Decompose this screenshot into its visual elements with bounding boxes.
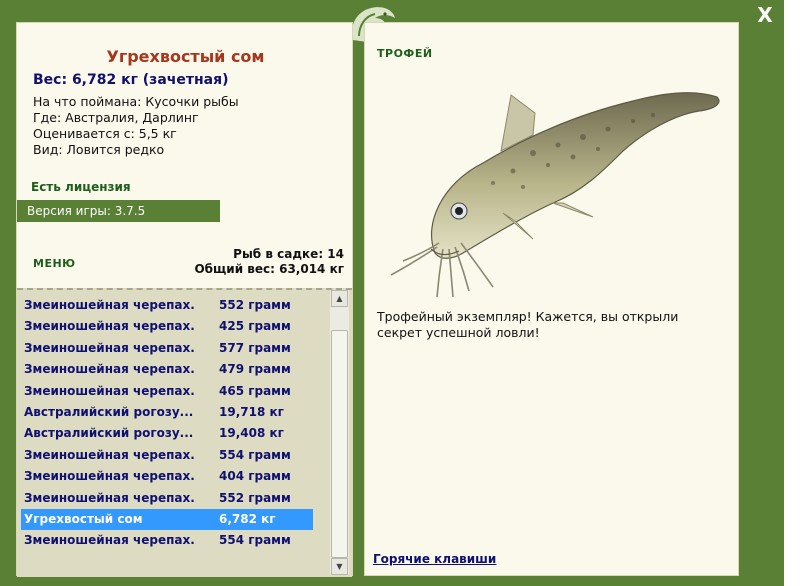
- valuation-info: Оценивается с: 5,5 кг: [33, 126, 177, 141]
- catch-fish-name: Змеиношейная черепах...: [24, 298, 194, 312]
- catch-fish-weight: 552 грамм: [219, 490, 291, 505]
- catch-fish-weight: 554 грамм: [219, 533, 291, 548]
- catch-list-row[interactable]: Змеиношейная черепах... 479 грамм: [21, 359, 313, 380]
- hotkeys-link[interactable]: Горячие клавиши: [373, 552, 496, 566]
- catch-list-row[interactable]: Австралийский рогозу... 19,718 кг: [21, 402, 313, 423]
- catch-list-row[interactable]: Змеиношейная черепах... 554 грамм: [21, 530, 313, 551]
- rarity-info: Вид: Ловится редко: [33, 142, 165, 157]
- location-info: Где: Австралия, Дарлинг: [33, 110, 199, 125]
- catch-fish-weight: 577 грамм: [219, 340, 291, 355]
- total-weight: Общий вес: 63,014 кг: [194, 262, 344, 276]
- scroll-down-arrow-icon[interactable]: ▼: [331, 558, 348, 575]
- catch-list-row[interactable]: Австралийский рогозу... 19,408 кг: [21, 423, 313, 444]
- catch-fish-weight: 479 грамм: [219, 362, 291, 377]
- catch-fish-name: Змеиношейная черепах...: [24, 340, 194, 355]
- catch-fish-name: Змеиношейная черепах...: [24, 533, 194, 548]
- catch-fish-weight: 465 грамм: [219, 383, 291, 398]
- close-button[interactable]: X: [754, 4, 776, 26]
- catch-fish-weight: 19,718 кг: [219, 404, 284, 419]
- fish-weight: Вес: 6,782 кг (зачетная): [33, 72, 229, 88]
- catch-list-row[interactable]: Змеиношейная черепах... 425 грамм: [21, 316, 313, 337]
- catch-fish-name: Змеиношейная черепах...: [24, 383, 194, 398]
- catch-fish-name: Змеиношейная черепах...: [24, 362, 194, 377]
- catch-fish-name: Змеиношейная черепах...: [24, 447, 194, 462]
- catch-list-row[interactable]: Змеиношейная черепах... 577 грамм: [21, 338, 313, 359]
- game-version-bar: Версия игры: 3.7.5: [17, 200, 220, 222]
- catch-fish-name: Угрехвостый сом: [24, 511, 143, 526]
- catfish-image: [390, 92, 720, 298]
- catch-list-row[interactable]: Змеиношейная черепах... 404 грамм: [21, 466, 313, 487]
- catch-list-row[interactable]: Угрехвостый сом 6,782 кг: [21, 508, 313, 531]
- catch-fish-name: Змеиношейная черепах...: [24, 319, 194, 334]
- catch-list-row[interactable]: Змеиношейная черепах... 554 грамм: [21, 445, 313, 466]
- catch-fish-name: Змеиношейная черепах...: [24, 490, 194, 505]
- catch-list-area: Змеиношейная черепах... 552 грамм Змеиноше…: [17, 288, 352, 577]
- catch-fish-weight: 404 грамм: [219, 469, 291, 484]
- catch-fish-weight: 19,408 кг: [219, 426, 284, 441]
- catch-list-scrollbar[interactable]: ▲ ▼: [330, 290, 349, 575]
- keepnet-stats: Рыб в садке: 14 Общий вес: 63,014 кг: [194, 247, 344, 277]
- catch-fish-weight: 552 грамм: [219, 298, 291, 312]
- catch-fish-weight: 6,782 кг: [219, 511, 276, 526]
- catch-list-row[interactable]: Змеиношейная черепах... 552 грамм: [21, 488, 313, 509]
- menu-button[interactable]: МЕНЮ: [33, 257, 76, 270]
- scroll-thumb[interactable]: [331, 330, 348, 558]
- catch-list: Змеиношейная черепах... 552 грамм Змеиноше…: [21, 295, 313, 552]
- catch-fish-name: Австралийский рогозу...: [24, 426, 194, 441]
- scroll-up-arrow-icon[interactable]: ▲: [331, 290, 348, 307]
- catch-fish-weight: 425 грамм: [219, 319, 291, 334]
- trophy-description: Трофейный экземпляр! Кажется, вы открыли…: [377, 309, 679, 340]
- catch-fish-weight: 554 грамм: [219, 447, 291, 462]
- bait-info: На что поймана: Кусочки рыбы: [33, 94, 239, 109]
- catch-info-panel: Угрехвостый сом Вес: 6,782 кг (зачетная)…: [16, 22, 353, 577]
- game-window: X Угрехвостый сом Вес: 6,782 кг (зачетна…: [0, 0, 784, 586]
- fish-count: Рыб в садке: 14: [233, 247, 344, 261]
- catch-fish-name: Австралийский рогозу...: [24, 404, 194, 419]
- catch-list-row[interactable]: Змеиношейная черепах... 465 грамм: [21, 381, 313, 402]
- license-status: Есть лицензия: [31, 180, 131, 194]
- catch-list-row[interactable]: Змеиношейная черепах... 552 грамм: [21, 295, 313, 316]
- catch-fish-name: Змеиношейная черепах...: [24, 469, 194, 484]
- fish-name-title: Угрехвостый сом: [106, 47, 265, 66]
- trophy-panel: ТРОФЕЙ Трофейный экземпляр! Кажется, вы …: [364, 22, 739, 576]
